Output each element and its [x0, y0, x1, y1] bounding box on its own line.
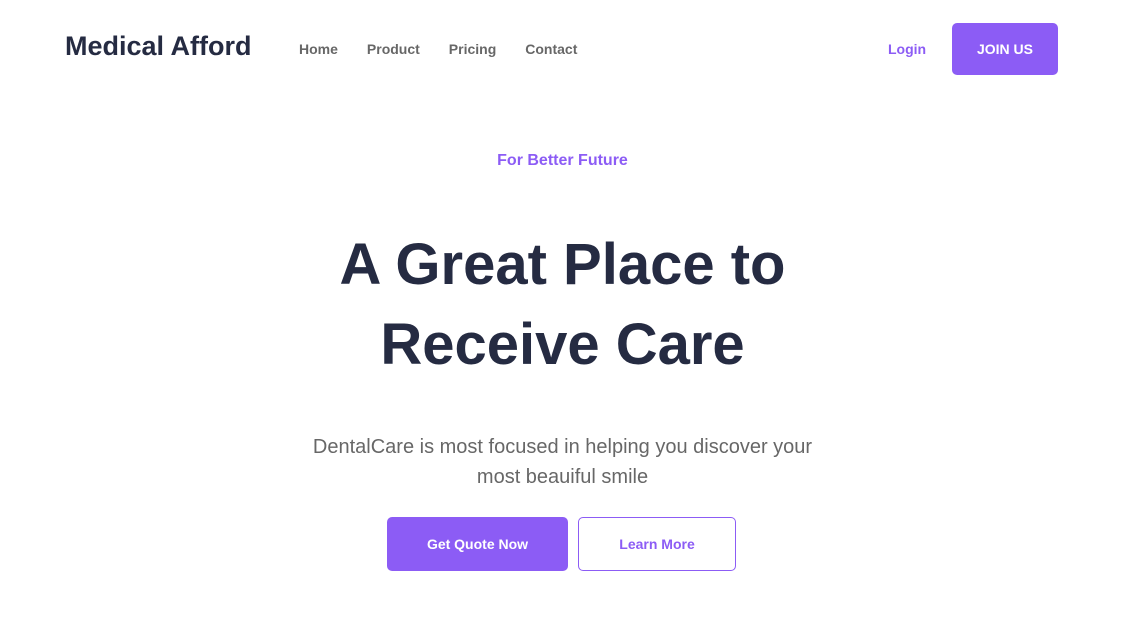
hero-title: A Great Place to Receive Care	[0, 225, 1125, 385]
get-quote-button[interactable]: Get Quote Now	[387, 517, 568, 571]
hero-title-line2: Receive Care	[380, 312, 745, 377]
nav-product[interactable]: Product	[367, 41, 420, 57]
nav-pricing[interactable]: Pricing	[449, 41, 496, 57]
hero-tagline: For Better Future	[497, 152, 628, 169]
nav-contact[interactable]: Contact	[525, 41, 577, 57]
login-link[interactable]: Login	[888, 41, 926, 57]
logo[interactable]: Medical Afford	[65, 31, 252, 62]
learn-more-button[interactable]: Learn More	[578, 517, 736, 571]
hero-description: DentalCare is most focused in helping yo…	[312, 436, 813, 488]
hero-title-line1: A Great Place to	[339, 232, 786, 297]
nav-home[interactable]: Home	[299, 41, 338, 57]
join-us-button[interactable]: JOIN US	[952, 23, 1058, 75]
main-nav: Home Product Pricing Contact	[299, 41, 606, 57]
